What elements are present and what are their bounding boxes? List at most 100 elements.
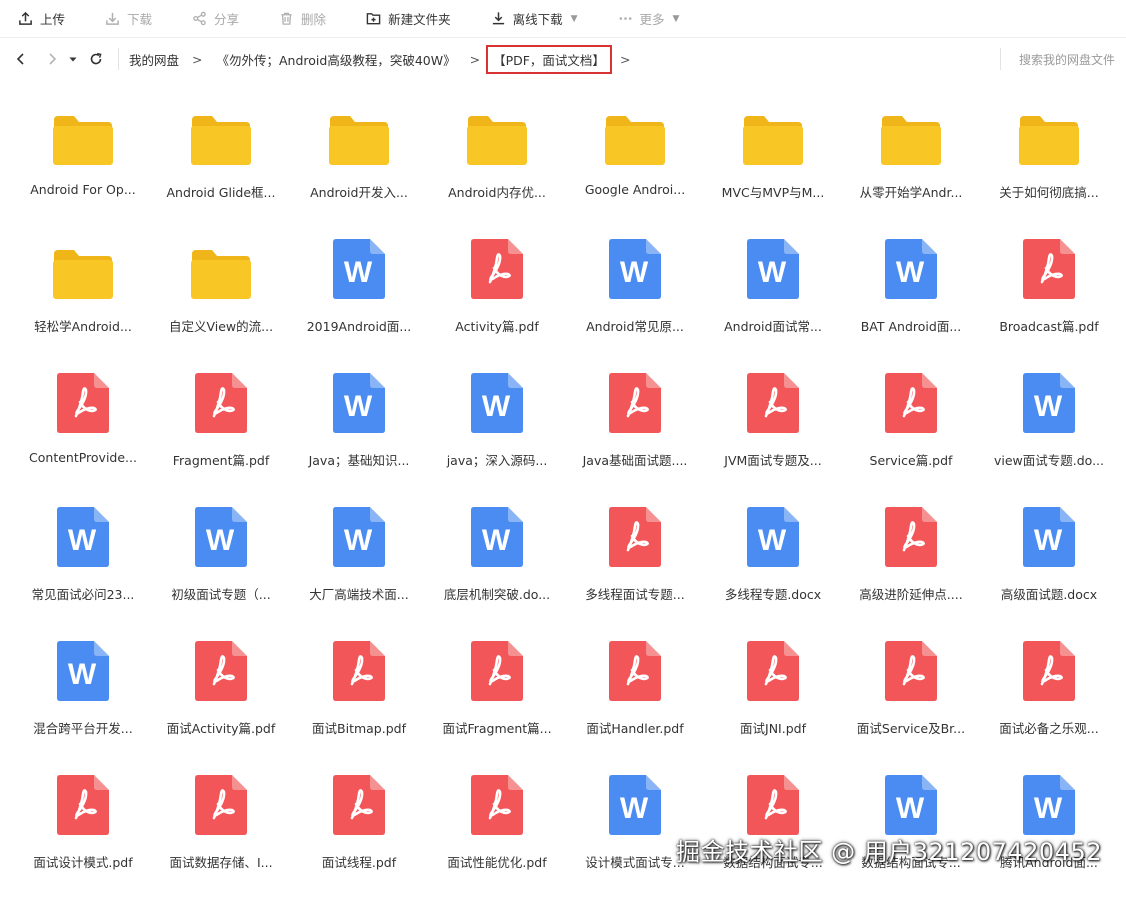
file-item[interactable]: W 混合跨平台开发... — [14, 632, 152, 766]
file-item[interactable]: W 初级面试专题（... — [152, 498, 290, 632]
chevron-right-icon — [49, 53, 57, 65]
file-item[interactable]: 面试Bitmap.pdf — [290, 632, 428, 766]
word-file-icon: W — [333, 373, 385, 433]
file-item[interactable]: Service篇.pdf — [842, 364, 980, 498]
file-item[interactable]: Android For Op... — [14, 96, 152, 230]
file-item[interactable]: Android Glide框... — [152, 96, 290, 230]
file-item[interactable]: W Java；基础知识... — [290, 364, 428, 498]
file-item[interactable]: Android开发入... — [290, 96, 428, 230]
pdf-file-icon — [885, 507, 937, 567]
svg-text:W: W — [896, 256, 925, 289]
file-item[interactable]: W 常见面试必问23... — [14, 498, 152, 632]
refresh-button[interactable] — [84, 39, 108, 79]
back-button[interactable] — [0, 39, 42, 79]
pdf-file-icon — [609, 507, 661, 567]
breadcrumb-current[interactable]: 【PDF，面试文档】 — [486, 44, 612, 74]
pdf-file-icon — [57, 775, 109, 835]
file-item[interactable]: 面试性能优化.pdf — [428, 766, 566, 900]
file-item[interactable]: 面试数据存储、I... — [152, 766, 290, 900]
file-icon-wrap — [746, 632, 800, 702]
pdf-file-icon — [747, 775, 799, 835]
file-item[interactable]: 高级进阶延伸点.... — [842, 498, 980, 632]
chevron-down-icon[interactable]: ▼ — [673, 14, 680, 24]
chevron-left-icon — [16, 53, 24, 65]
file-item[interactable]: W 多线程专题.docx — [704, 498, 842, 632]
delete-button[interactable]: 删除 — [261, 0, 326, 38]
file-item[interactable]: 面试Fragment篇... — [428, 632, 566, 766]
file-item[interactable]: 面试Service及Br... — [842, 632, 980, 766]
file-name: Android面试常... — [724, 319, 822, 334]
forward-button[interactable] — [42, 39, 62, 79]
file-item[interactable]: Java基础面试题.... — [566, 364, 704, 498]
file-item[interactable]: MVC与MVP与M... — [704, 96, 842, 230]
file-icon-wrap — [52, 230, 114, 300]
file-item[interactable]: JVM面试专题及... — [704, 364, 842, 498]
file-icon-wrap: W — [1022, 498, 1076, 568]
file-name: 多线程面试专题... — [585, 587, 685, 602]
file-item[interactable]: 面试Activity篇.pdf — [152, 632, 290, 766]
file-item[interactable]: ContentProvide... — [14, 364, 152, 498]
more-button[interactable]: 更多 ▼ — [600, 0, 680, 38]
file-item[interactable]: 面试Handler.pdf — [566, 632, 704, 766]
file-item[interactable]: 面试必备之乐观... — [980, 632, 1118, 766]
svg-text:W: W — [206, 524, 235, 557]
file-item[interactable]: Wjava；深入源码... — [428, 364, 566, 498]
file-item[interactable]: Android内存优... — [428, 96, 566, 230]
file-item[interactable]: 自定义View的流... — [152, 230, 290, 364]
download-button[interactable]: 下载 — [87, 0, 152, 38]
file-item[interactable]: W 大厂高端技术面... — [290, 498, 428, 632]
file-item[interactable]: 面试线程.pdf — [290, 766, 428, 900]
new-folder-label: 新建文件夹 — [388, 12, 451, 27]
new-folder-button[interactable]: 新建文件夹 — [348, 0, 451, 38]
file-name: JVM面试专题及... — [724, 453, 822, 468]
file-icon-wrap: W — [746, 498, 800, 568]
file-item[interactable]: W 2019Android面... — [290, 230, 428, 364]
file-icon-wrap — [746, 364, 800, 434]
file-item[interactable]: Fragment篇.pdf — [152, 364, 290, 498]
svg-text:W: W — [344, 524, 373, 557]
file-icon-wrap — [884, 498, 938, 568]
word-file-icon: W — [57, 641, 109, 701]
file-item[interactable]: W BAT Android面... — [842, 230, 980, 364]
file-item[interactable]: W 高级面试题.docx — [980, 498, 1118, 632]
file-icon-wrap: W — [884, 766, 938, 836]
svg-text:W: W — [1034, 792, 1063, 825]
file-item[interactable]: 面试设计模式.pdf — [14, 766, 152, 900]
breadcrumb-root[interactable]: 我的网盘 — [129, 50, 179, 69]
file-icon-wrap: W — [56, 498, 110, 568]
file-item[interactable]: Broadcast篇.pdf — [980, 230, 1118, 364]
file-item[interactable]: 面试JNI.pdf — [704, 632, 842, 766]
file-item[interactable]: W Android常见原... — [566, 230, 704, 364]
pdf-file-icon — [333, 641, 385, 701]
breadcrumb-level1[interactable]: 《勿外传；Android高级教程，突破40W》 — [217, 50, 456, 69]
more-icon — [619, 17, 632, 20]
file-item[interactable]: 多线程面试专题... — [566, 498, 704, 632]
file-item[interactable]: Wview面试专题.do... — [980, 364, 1118, 498]
file-icon-wrap — [190, 96, 252, 166]
file-name: 自定义View的流... — [168, 319, 274, 334]
file-name: Activity篇.pdf — [455, 319, 539, 334]
file-name: Android Glide框... — [166, 185, 276, 200]
file-icon-wrap — [56, 766, 110, 836]
word-file-icon: W — [471, 373, 523, 433]
refresh-icon — [90, 52, 102, 65]
file-item[interactable]: 关于如何彻底搞... — [980, 96, 1118, 230]
file-name: 从零开始学Andr... — [859, 185, 963, 200]
file-item[interactable]: W 底层机制突破.do... — [428, 498, 566, 632]
file-item[interactable]: W Android面试常... — [704, 230, 842, 364]
search-input[interactable]: 搜索我的网盘文件 — [999, 48, 1115, 70]
history-dropdown[interactable] — [62, 39, 84, 79]
share-button[interactable]: 分享 — [174, 0, 239, 38]
file-name: Java；基础知识... — [308, 453, 410, 468]
file-item[interactable]: 轻松学Android... — [14, 230, 152, 364]
upload-button[interactable]: 上传 — [0, 0, 65, 38]
file-item[interactable]: Google Androi... — [566, 96, 704, 230]
download-icon — [106, 12, 119, 25]
chevron-down-icon[interactable]: ▼ — [571, 14, 578, 24]
file-icon-wrap — [194, 766, 248, 836]
file-item[interactable]: Activity篇.pdf — [428, 230, 566, 364]
offline-download-button[interactable]: 离线下载 ▼ — [473, 0, 578, 38]
file-icon-wrap: W — [470, 498, 524, 568]
file-item[interactable]: 从零开始学Andr... — [842, 96, 980, 230]
file-name: Google Androi... — [584, 182, 686, 197]
